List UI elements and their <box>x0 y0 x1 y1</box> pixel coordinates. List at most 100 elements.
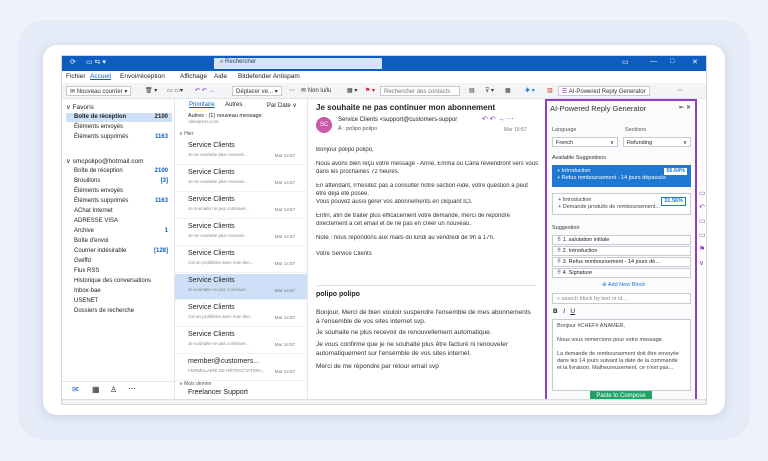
folder-item[interactable]: AChat Internet <box>66 207 172 216</box>
message-item[interactable]: Service Clients J'ai un problème avec mon… <box>175 247 307 273</box>
body-line: Vous pouvez aussi gérer vos abonnements … <box>316 199 473 205</box>
more-nav-icon[interactable]: ⋯ <box>128 384 136 393</box>
menu-home[interactable]: Accueil <box>90 73 111 80</box>
menu-file[interactable]: Fichier <box>66 73 86 80</box>
message-item[interactable]: Service Clients Je souhaite ne pas contin… <box>175 274 307 300</box>
account-header[interactable]: ∨ smcpolipo@hotmail.com <box>66 157 172 166</box>
block-item[interactable]: ⠿ 4. Signature <box>552 268 691 278</box>
tab-focused[interactable]: Prioritaire <box>189 102 215 108</box>
section-select[interactable]: Refunding ∨ <box>623 137 691 147</box>
favorites-header[interactable]: ∨ Favoris <box>66 103 172 112</box>
reply-editor[interactable]: Bonjour #CHEF# ANAMER, Nous vous remercio… <box>552 319 691 391</box>
fav-deleted[interactable]: Éléments supprimés 1163 <box>66 133 172 142</box>
menu-help[interactable]: Aide <box>214 73 227 80</box>
folder-item[interactable]: Inbox-bae <box>66 287 172 296</box>
message-item[interactable]: Service Clients Je ne souhaite plus recev… <box>175 220 307 246</box>
message-item[interactable]: Service Clients Je souhaite ne pas contin… <box>175 193 307 219</box>
filter-icon[interactable]: ⊽ ▾ <box>482 86 497 96</box>
format-toolbar: B I U <box>553 308 575 315</box>
fav-sent[interactable]: Éléments envoyés <box>66 123 172 132</box>
block-search-input[interactable]: ⌕ search block by text or id... <box>552 293 691 304</box>
folder-item[interactable]: Gwiffd <box>66 257 172 266</box>
menu-view[interactable]: Affichage <box>180 73 207 80</box>
editor-line: dans les 14 jours suivant la date de la … <box>557 358 678 364</box>
categorize-icon[interactable]: ▦ ▾ <box>344 86 360 96</box>
unread-button[interactable]: ✉ Non lu/lu <box>298 86 334 96</box>
apps-icon[interactable]: ▦ <box>502 86 514 96</box>
panel-close-icon[interactable]: ⇤ ✕ <box>679 104 691 111</box>
delete-icon[interactable]: 🗑 ▾ <box>142 86 160 96</box>
folder-item[interactable]: Éléments envoyés <box>66 187 172 196</box>
reply-line: Merci de me répondre par retour email sv… <box>316 363 439 370</box>
reply-icon[interactable]: ↶ ↶ → <box>192 86 217 96</box>
folder-item[interactable]: ADRESSE VISA <box>66 217 172 226</box>
suggestions-label: Available Suggestions <box>552 155 607 161</box>
italic-button[interactable]: I <box>563 308 565 315</box>
body-line: Nous avons bien reçu votre message - Ann… <box>316 161 539 167</box>
refresh-icon[interactable]: ⟳ <box>70 58 76 66</box>
addin-icons[interactable]: ▭ ↶ ▭ ▭ ⚑ ∨ <box>699 187 706 271</box>
message-item[interactable]: Service Clients Je souhaite ne pas contin… <box>175 328 307 354</box>
bold-button[interactable]: B <box>553 308 558 315</box>
move-button[interactable]: Déplacer ve... ▾ <box>232 86 282 96</box>
group-yesterday[interactable]: ∨ Hier <box>179 131 193 137</box>
sender-address[interactable]: Service Clients <support@customers-suppo… <box>338 117 457 123</box>
block-item[interactable]: ⠿ 1. salutation initiale <box>552 235 691 245</box>
sort-dropdown[interactable]: Par Date ∨ <box>267 102 297 109</box>
reply-actions-icon[interactable]: ↶ ↶ → ⋯ <box>482 115 514 123</box>
calendar-nav-icon[interactable]: ▦ <box>92 385 100 394</box>
last-message[interactable]: Freelancer Support <box>188 389 248 396</box>
overflow-icon[interactable]: ⋯ <box>674 86 686 96</box>
message-item[interactable]: Service Clients Je ne souhaite plus recev… <box>175 166 307 192</box>
menu-send-receive[interactable]: Envoi/réception <box>120 73 165 80</box>
menu-bitdefender[interactable]: Bitdefender Antispam <box>238 73 300 80</box>
folder-item[interactable]: Courrier indésirable [128] <box>66 247 172 256</box>
status-bar <box>62 399 706 404</box>
mail-nav-icon[interactable]: ✉ <box>72 385 79 394</box>
language-select[interactable]: French ∨ <box>552 137 618 147</box>
message-item[interactable]: Service Clients Je ne souhaite plus recev… <box>175 139 307 165</box>
search-input[interactable]: ⌕ Rechercher <box>214 58 382 69</box>
folder-item[interactable]: Boîte de réception 2100 <box>66 167 172 176</box>
tab-other[interactable]: Autres <box>225 102 242 108</box>
folder-item[interactable]: Brouillons [3] <box>66 177 172 186</box>
block-item[interactable]: ⠿ 3. Refus remboursement - 14 jours dé..… <box>552 257 691 267</box>
archive-icon[interactable]: ▭ ▭▾ <box>164 86 186 96</box>
report-icon[interactable]: ▥ <box>544 86 556 96</box>
block-item[interactable]: ⠿ 2. Introduction <box>552 246 691 256</box>
folder-item[interactable]: Archive 1 <box>66 227 172 236</box>
folder-item[interactable]: Boîte d'envoi <box>66 237 172 246</box>
flag-icon[interactable]: ⚑ ▾ <box>362 86 378 96</box>
address-book-icon[interactable]: ▤ <box>466 86 478 96</box>
message-item[interactable]: Service Clients J'ai un problème avec mon… <box>175 301 307 327</box>
reply-line: Je vous confirme que je ne souhaite plus… <box>316 341 508 348</box>
fav-inbox[interactable]: Boîte de réception 2100 <box>66 113 172 122</box>
reply-sender: polipo polipo <box>316 291 360 298</box>
divider <box>316 285 536 286</box>
quick-access-icon[interactable]: ▭ ⇆ ▾ <box>86 58 106 66</box>
ai-reply-button[interactable]: ☰ AI-Powered Reply Generator <box>558 86 650 96</box>
folder-item[interactable]: Flux RSS <box>66 267 172 276</box>
body-line: Note : nous répondons aux mails du lundi… <box>316 235 495 241</box>
ribbon-icon[interactable]: ▭ <box>622 58 629 66</box>
other-banner[interactable]: Autres : (1) nouveau message Aliexpress.c… <box>188 113 262 124</box>
folder-item[interactable]: Historique des conversations <box>66 277 172 286</box>
find-contacts-input[interactable]: Rechercher des contacts <box>380 86 460 96</box>
folder-item[interactable]: USENET <box>66 297 172 306</box>
suggestion-card-2[interactable]: + Introduction + Demande produits de rem… <box>552 193 691 215</box>
translate-icon[interactable]: ✱ ▾ <box>522 86 538 96</box>
new-mail-button[interactable]: ✉ Nouveau courrier ▾ <box>66 86 132 96</box>
minimize-button[interactable]: — <box>650 58 657 65</box>
folder-item[interactable]: Dossiers de recherche <box>66 307 172 316</box>
maximize-button[interactable]: □ <box>670 58 674 65</box>
people-nav-icon[interactable]: ♙ <box>110 385 117 394</box>
message-item[interactable]: member@customers... FORMULAIRE DE RÉTRACT… <box>175 355 307 381</box>
add-block-button[interactable]: ⊕ Add New Block <box>602 282 645 288</box>
folder-item[interactable]: Éléments supprimés 1163 <box>66 197 172 206</box>
more-icon[interactable]: ⋯ <box>286 86 298 96</box>
ai-reply-panel: AI-Powered Reply Generator ⇤ ✕ Language … <box>545 99 697 401</box>
underline-button[interactable]: U <box>570 308 575 315</box>
close-button[interactable]: ✕ <box>692 58 698 66</box>
group-last-month[interactable]: ∨ Mois dernier <box>179 381 212 387</box>
suggestion-card-1[interactable]: + Introduction + Refus remboursement - 1… <box>552 165 691 187</box>
